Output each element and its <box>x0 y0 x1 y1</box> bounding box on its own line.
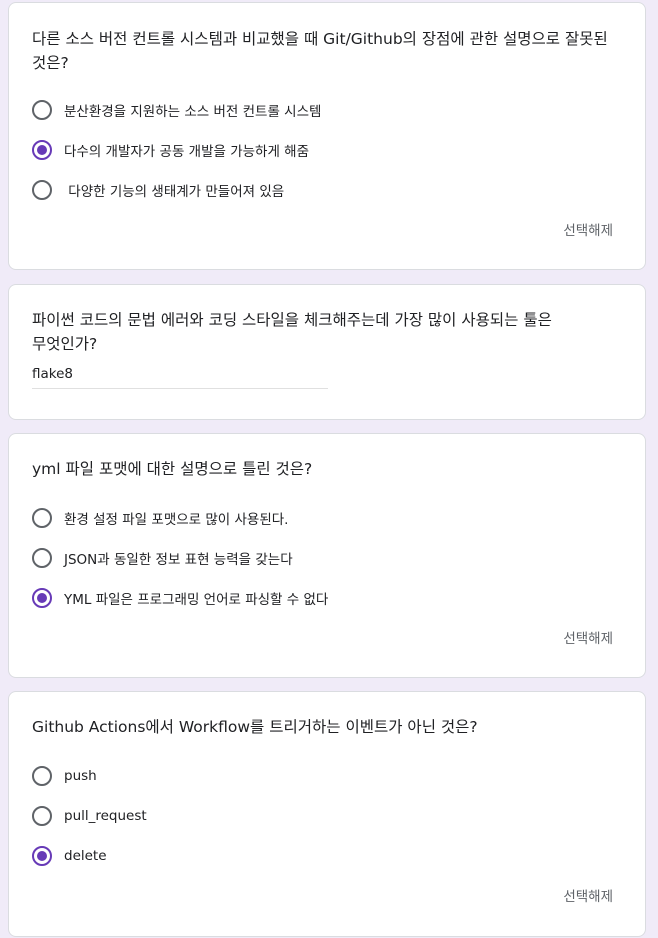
option-row[interactable]: push <box>32 764 97 788</box>
radio-button[interactable] <box>32 100 52 120</box>
short-answer-input[interactable]: flake8 <box>32 365 328 389</box>
radio-button[interactable] <box>32 766 52 786</box>
question-card-3: yml 파일 포맷에 대한 설명으로 틀린 것은? 환경 설정 파일 포맷으로 … <box>8 433 646 678</box>
option-row[interactable]: delete <box>32 844 107 868</box>
option-label: pull_request <box>64 808 147 824</box>
clear-selection-button[interactable]: 선택해제 <box>563 627 613 647</box>
option-label: delete <box>64 848 107 864</box>
option-label: 분산환경을 지원하는 소스 버전 컨트롤 시스템 <box>64 104 322 120</box>
clear-selection-button[interactable]: 선택해제 <box>563 885 613 905</box>
radio-button-selected[interactable] <box>32 588 52 608</box>
radio-button[interactable] <box>32 806 52 826</box>
option-row[interactable]: 환경 설정 파일 포맷으로 많이 사용된다. <box>32 506 288 530</box>
option-row[interactable]: YML 파일은 프로그래밍 언어로 파싱할 수 없다 <box>32 586 328 610</box>
clear-selection-button[interactable]: 선택해제 <box>563 219 613 239</box>
question-title: yml 파일 포맷에 대한 설명으로 틀린 것은? <box>32 460 313 478</box>
option-label: 다수의 개발자가 공동 개발을 가능하게 해줌 <box>64 144 310 160</box>
question-title: 다른 소스 버전 컨트롤 시스템과 비교했을 때 Git/Github의 장점에… <box>32 30 608 72</box>
option-label: 다양한 기능의 생태계가 만들어져 있음 <box>64 184 285 200</box>
option-row[interactable]: 분산환경을 지원하는 소스 버전 컨트롤 시스템 <box>32 98 321 122</box>
radio-button[interactable] <box>32 548 52 568</box>
option-row[interactable]: JSON과 동일한 정보 표현 능력을 갖는다 <box>32 546 293 570</box>
option-row[interactable]: 다수의 개발자가 공동 개발을 가능하게 해줌 <box>32 138 309 162</box>
question-title: 파이썬 코드의 문법 에러와 코딩 스타일을 체크해주는데 가장 많이 사용되는… <box>32 311 552 353</box>
question-title: Github Actions에서 Workflow를 트리거하는 이벤트가 아닌… <box>32 718 478 736</box>
option-row[interactable]: 다양한 기능의 생태계가 만들어져 있음 <box>32 178 284 202</box>
option-row[interactable]: pull_request <box>32 804 147 828</box>
question-card-4: Github Actions에서 Workflow를 트리거하는 이벤트가 아닌… <box>8 691 646 937</box>
radio-button-selected[interactable] <box>32 140 52 160</box>
option-label: 환경 설정 파일 포맷으로 많이 사용된다. <box>64 512 289 528</box>
option-label: push <box>64 768 97 784</box>
radio-button[interactable] <box>32 508 52 528</box>
option-label: JSON과 동일한 정보 표현 능력을 갖는다 <box>64 552 293 568</box>
radio-button[interactable] <box>32 180 52 200</box>
question-card-2: 파이썬 코드의 문법 에러와 코딩 스타일을 체크해주는데 가장 많이 사용되는… <box>8 284 646 420</box>
question-card-1: 다른 소스 버전 컨트롤 시스템과 비교했을 때 Git/Github의 장점에… <box>8 2 646 270</box>
radio-button-selected[interactable] <box>32 846 52 866</box>
option-label: YML 파일은 프로그래밍 언어로 파싱할 수 없다 <box>64 592 329 608</box>
